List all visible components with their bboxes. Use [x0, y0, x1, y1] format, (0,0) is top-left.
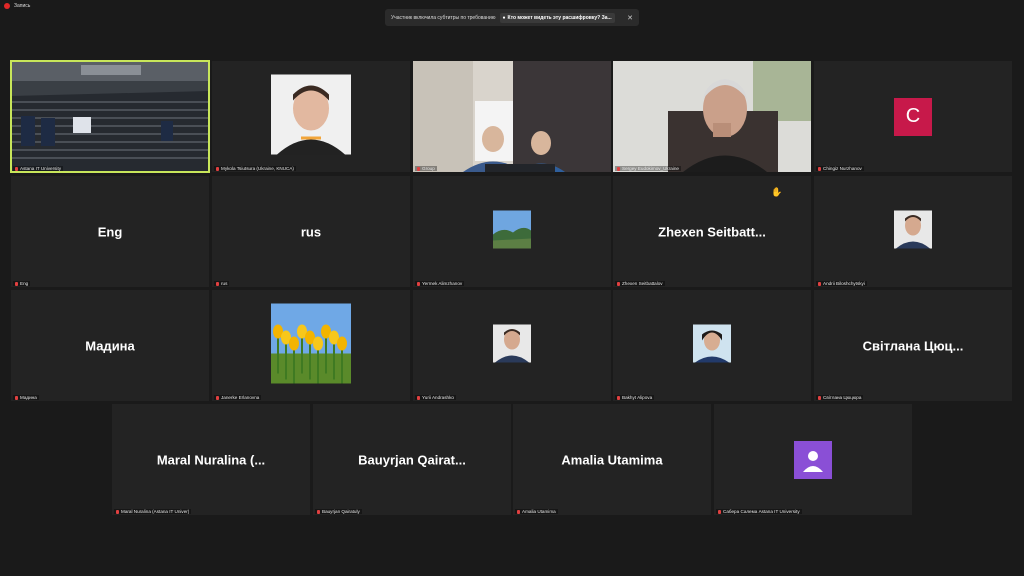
recording-indicator[interactable]: Запись [4, 3, 30, 9]
participant-name-label: rus [214, 281, 230, 286]
participant-tile[interactable]: Janerke Erlanovna [212, 290, 410, 401]
participant-tile[interactable]: Світлана Цюц... Світлана Цюцюра [814, 290, 1012, 401]
participant-tile[interactable]: rus rus [212, 176, 410, 287]
mic-muted-icon [818, 281, 821, 286]
participant-name-label: Zhexen Seitbattalov [615, 281, 665, 286]
participant-tile[interactable]: Сабера Салема Astana IT University [714, 404, 912, 515]
participant-name-label: Mykola Tsiutsura (Ukraine, KNUCA) [214, 166, 296, 171]
participant-photo [493, 210, 531, 253]
record-icon [4, 3, 10, 9]
initial-avatar: C [894, 97, 932, 136]
participant-tile[interactable]: Bakhyt Alipova [613, 290, 811, 401]
mic-muted-icon [317, 509, 320, 514]
mic-muted-icon [216, 281, 219, 286]
participant-name-label: Group [415, 166, 437, 171]
mic-muted-icon [417, 281, 420, 286]
participant-name-label: Janerke Erlanovna [214, 395, 262, 400]
participant-display-name: rus [300, 224, 322, 239]
participant-tile[interactable]: Astana IT University [10, 60, 210, 173]
mic-muted-icon [15, 395, 18, 400]
participant-tile[interactable]: Yurii Andrashko [413, 290, 611, 401]
participant-name-label: Сабера Салема Astana IT University [716, 509, 802, 514]
mic-muted-icon [818, 166, 821, 171]
participant-tile[interactable]: Мадина Мадина [11, 290, 209, 401]
transcript-visibility-link[interactable]: ● Кто может видеть эту расшифровку? За..… [499, 12, 615, 23]
mic-muted-icon [116, 509, 119, 514]
participant-tile[interactable]: Group [413, 61, 611, 172]
participant-tile[interactable]: Sergey Eudokimov_Ukraine [613, 61, 811, 172]
mic-muted-icon [818, 395, 821, 400]
participant-name-label: Yermek Alimzhanov [415, 281, 465, 286]
participant-name-label: Sergey Eudokimov_Ukraine [615, 166, 681, 171]
participant-photo [271, 303, 351, 388]
mic-muted-icon [417, 166, 420, 171]
mic-muted-icon [617, 281, 620, 286]
participant-name-label: Світлана Цюцюра [816, 395, 864, 400]
mic-muted-icon [617, 166, 620, 171]
participant-display-name: Zhexen Seitbatt... [658, 224, 766, 239]
participant-name-label: Eng [13, 281, 31, 286]
participant-name-label: Andrii Biloshchytskyi [816, 281, 867, 286]
mic-muted-icon [216, 166, 219, 171]
mic-muted-icon [417, 395, 420, 400]
participant-tile[interactable]: Eng Eng [11, 176, 209, 287]
people-icon: ● [502, 14, 506, 21]
participant-display-name: Amalia Utamima [561, 452, 663, 467]
participant-name-label: Astana IT University [13, 166, 64, 171]
participant-name-label: Maral Nuralina (Astana IT Univer) [114, 509, 192, 514]
mic-muted-icon [15, 166, 18, 171]
participant-tile[interactable]: Andrii Biloshchytskyi [814, 176, 1012, 287]
participant-photo [271, 74, 351, 159]
participant-name-label: Мадина [13, 395, 39, 400]
participant-tile[interactable]: Maral Nuralina (... Maral Nuralina (Astan… [112, 404, 310, 515]
participant-display-name: Maral Nuralina (... [156, 452, 266, 467]
participant-display-name: Bauyrjan Qairat... [358, 452, 466, 467]
participant-name-label: Chingiz Nurzhanov [816, 166, 864, 171]
participant-name-label: Bauyrjan Qairatuly [315, 509, 362, 514]
captions-banner-text: Участник включила субтитры по требованию [391, 14, 496, 21]
participant-display-name: Eng [97, 224, 123, 239]
participant-name-label: Amalia Utamima [515, 509, 558, 514]
participant-name-label: Yurii Andrashko [415, 395, 456, 400]
participant-photo [493, 324, 531, 367]
participant-display-name: Світлана Цюц... [862, 338, 964, 353]
raised-hand-icon: ✋ [771, 187, 783, 197]
mic-muted-icon [517, 509, 520, 514]
mic-muted-icon [718, 509, 721, 514]
participant-tile[interactable]: Mykola Tsiutsura (Ukraine, KNUCA) [212, 61, 410, 172]
person-icon [794, 440, 832, 479]
mic-muted-icon [15, 281, 18, 286]
participant-tile[interactable]: Amalia Utamima Amalia Utamima [513, 404, 711, 515]
close-icon[interactable]: ✕ [627, 14, 633, 22]
captions-banner: Участник включила субтитры по требованию… [385, 9, 639, 26]
recording-label: Запись [14, 3, 31, 9]
participant-photo [693, 324, 731, 367]
participant-photo [894, 210, 932, 253]
participant-tile[interactable]: Yermek Alimzhanov [413, 176, 611, 287]
participant-display-name: Мадина [85, 338, 135, 353]
mic-muted-icon [216, 395, 219, 400]
participant-name-label: Bakhyt Alipova [615, 395, 655, 400]
participant-tile[interactable]: C Chingiz Nurzhanov [814, 61, 1012, 172]
mic-muted-icon [617, 395, 620, 400]
participant-tile[interactable]: Bauyrjan Qairat... Bauyrjan Qairatuly [313, 404, 511, 515]
